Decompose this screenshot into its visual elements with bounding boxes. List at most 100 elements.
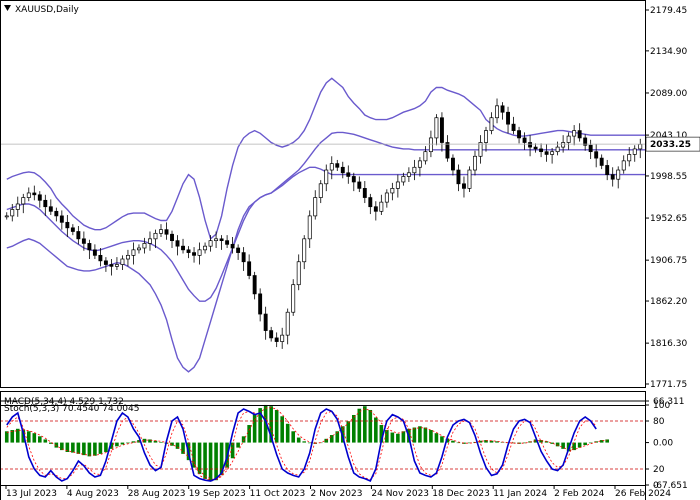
- candle-body: [186, 249, 191, 253]
- macd-bar: [192, 442, 196, 468]
- candle-body: [423, 151, 428, 162]
- candle-body: [318, 183, 323, 198]
- macd-bar: [302, 441, 307, 443]
- candle-body: [307, 215, 312, 240]
- candle-body: [170, 233, 174, 242]
- candle-body: [506, 111, 510, 125]
- y-tick-label: 2179.45: [650, 6, 687, 16]
- stoch-level-lines: [0, 420, 645, 470]
- macd-bar: [363, 406, 367, 443]
- y-tick-label: 80: [653, 417, 665, 427]
- candle-body: [539, 148, 544, 153]
- candle-body: [362, 188, 367, 198]
- macd-bar: [368, 409, 373, 443]
- macd-bar: [4, 431, 9, 443]
- candle-body: [59, 215, 64, 223]
- macd-bar: [390, 432, 395, 443]
- macd-bar: [203, 442, 207, 479]
- macd-bar: [280, 416, 284, 443]
- candle-body: [572, 130, 577, 137]
- y-tick-label: 1816.30: [650, 339, 687, 349]
- candle-body: [379, 201, 384, 212]
- macd-bar: [605, 439, 609, 443]
- candle-body: [616, 169, 621, 180]
- candle-body: [37, 194, 42, 201]
- macd-bar: [434, 433, 439, 443]
- candle-body: [87, 243, 92, 251]
- candle-body: [4, 215, 9, 218]
- symbol-label: XAUUSD,Daily: [15, 5, 79, 15]
- candle-body: [594, 151, 599, 159]
- candle-body: [632, 148, 637, 155]
- macd-bar: [429, 430, 433, 443]
- y-tick-label: 1906.75: [650, 256, 687, 266]
- y-tick-label: 20: [653, 465, 665, 475]
- candle-body: [48, 206, 53, 212]
- macd-bar: [412, 427, 417, 443]
- candle-body: [511, 123, 516, 131]
- candle-body: [241, 252, 246, 263]
- macd-bar: [401, 431, 406, 443]
- candle-body: [10, 209, 15, 217]
- macd-bar: [572, 442, 576, 451]
- candle-body: [566, 135, 571, 143]
- candle-body: [489, 117, 494, 131]
- candle-body: [588, 144, 593, 153]
- candle-body: [148, 238, 152, 244]
- candle-body: [252, 275, 257, 295]
- x-tick-label: 11 Jan 2024: [493, 489, 547, 499]
- current-price-marker: 2033.25: [645, 136, 700, 152]
- macd-bar: [247, 425, 251, 443]
- candle-body: [142, 243, 147, 249]
- x-tick-label: 11 Oct 2023: [250, 489, 306, 499]
- candle-body: [467, 169, 472, 189]
- macd-bar: [396, 433, 400, 443]
- symbol-header: XAUUSD,Daily: [4, 5, 79, 15]
- y-tick-label: 2134.90: [650, 47, 687, 57]
- macd-bar: [115, 442, 119, 447]
- macd-bar: [38, 436, 42, 443]
- candle-body: [109, 264, 114, 267]
- x-tick-label: 18 Dec 2023: [432, 489, 490, 499]
- candle-body: [43, 199, 48, 208]
- chart-canvas: 2179.452134.902089.002043.101998.551952.…: [0, 0, 700, 500]
- macd-bar: [285, 423, 290, 443]
- candle-body: [70, 227, 75, 232]
- candle-body: [120, 258, 125, 265]
- macd-bar: [93, 442, 97, 456]
- macd-bar: [440, 436, 444, 443]
- macd-bar: [385, 430, 389, 443]
- candle-body: [522, 137, 527, 143]
- y-tick-label: 1998.55: [650, 172, 687, 182]
- x-tick-label: 13 Jul 2023: [6, 489, 57, 499]
- candle-body: [175, 240, 180, 247]
- candle-body: [302, 238, 307, 263]
- macd-bar: [71, 442, 75, 453]
- candle-body: [225, 240, 230, 245]
- candle-body: [159, 229, 163, 234]
- candle-body: [544, 151, 549, 155]
- candle-body: [484, 130, 488, 143]
- candle-body: [390, 188, 395, 194]
- x-tick-label: 19 Sep 2023: [189, 489, 246, 499]
- candle-body: [219, 238, 224, 242]
- macd-bar: [274, 409, 279, 443]
- candle-body: [495, 105, 499, 119]
- candle-body: [577, 130, 582, 139]
- candle-body: [445, 142, 450, 159]
- candle-body: [610, 174, 615, 180]
- candle-body: [76, 231, 81, 240]
- candle-body: [153, 232, 158, 240]
- y-tick-label: 100: [653, 401, 670, 411]
- y-tick-label: 1771.75: [650, 380, 687, 390]
- candle-body: [417, 160, 422, 168]
- candle-body: [351, 176, 356, 183]
- macd-bar: [329, 435, 334, 443]
- candle-body: [599, 157, 604, 166]
- x-tick-label: 2 Nov 2023: [311, 489, 363, 499]
- candle-body: [236, 247, 241, 253]
- candle-body: [131, 249, 136, 256]
- macd-bar: [346, 421, 351, 443]
- x-tick-label: 2 Feb 2024: [554, 489, 605, 499]
- time-axis: 13 Jul 2023 4 Aug 2023 28 Aug 2023 19 Sep 2…: [5, 485, 671, 499]
